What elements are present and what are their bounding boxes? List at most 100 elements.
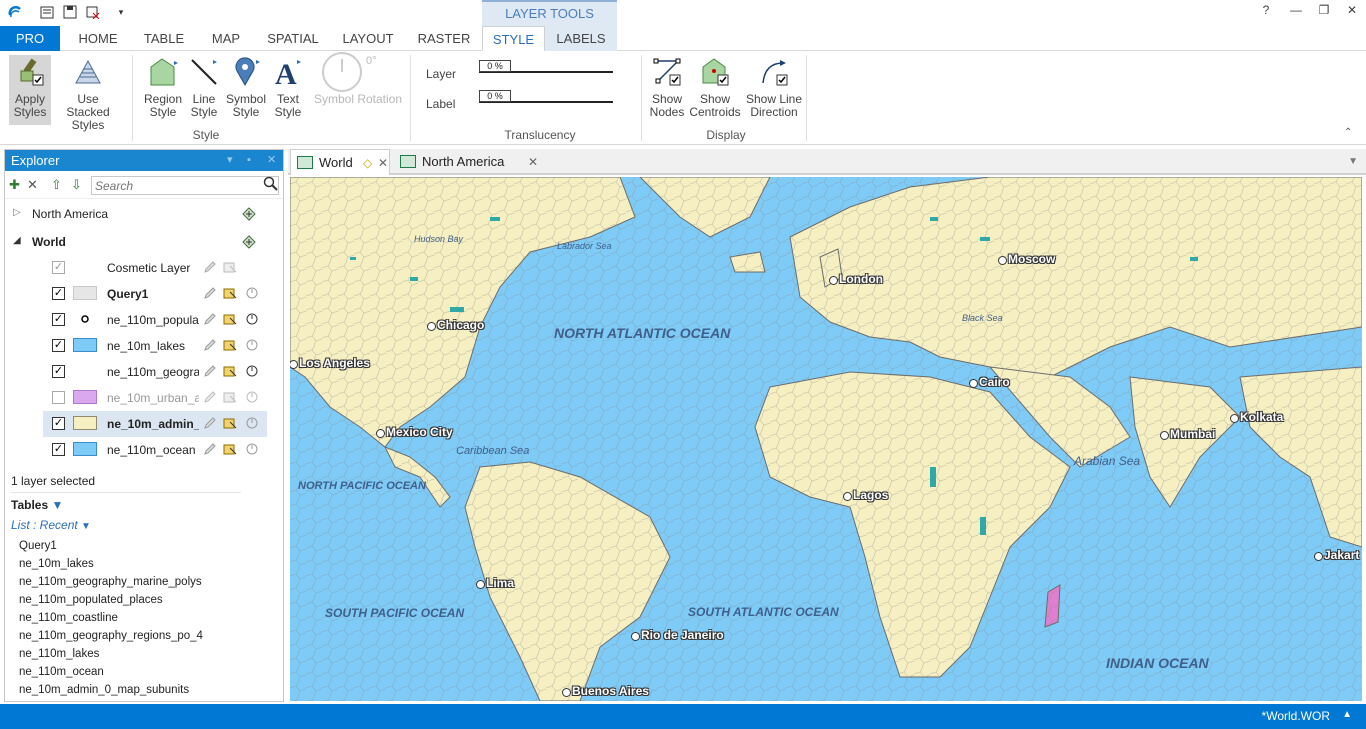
tab-map[interactable]: MAP: [198, 26, 254, 51]
close-tab-icon[interactable]: ✕: [528, 149, 538, 175]
customize-qat-icon[interactable]: ▾: [112, 3, 130, 21]
layer-checkbox[interactable]: ✓: [52, 287, 65, 300]
edit-icon[interactable]: [203, 312, 217, 326]
layer-checkbox[interactable]: ✓: [52, 417, 65, 430]
layer-checkbox[interactable]: ✓: [52, 313, 65, 326]
chevron-down-icon[interactable]: ▼: [81, 521, 91, 532]
zoom-visibility-icon[interactable]: [245, 286, 259, 300]
show-nodes-button[interactable]: Show Nodes: [647, 55, 687, 119]
help-button[interactable]: ?: [1252, 0, 1280, 20]
move-down-icon[interactable]: ⇩: [71, 177, 82, 193]
layer-row[interactable]: ✓ Query1: [43, 281, 267, 307]
tab-north-america[interactable]: North America ✕: [394, 149, 544, 175]
selectable-icon[interactable]: [223, 416, 237, 430]
collapse-ribbon-icon[interactable]: ⌃: [1344, 127, 1352, 138]
edit-icon[interactable]: [203, 442, 217, 456]
workspace-name[interactable]: *World.WOR: [1262, 709, 1330, 723]
move-up-icon[interactable]: ⇧: [51, 177, 62, 193]
layer-checkbox[interactable]: ✓: [52, 443, 65, 456]
layer-checkbox[interactable]: ✓: [52, 365, 65, 378]
table-item[interactable]: ne_10m_admin_0_map_subunits: [19, 684, 189, 696]
label-translucency-value[interactable]: 0 %: [479, 90, 511, 102]
minimize-button[interactable]: —: [1282, 0, 1310, 20]
edit-icon[interactable]: [203, 286, 217, 300]
layer-row-selected[interactable]: ✓ ne_10m_admin_: [43, 411, 267, 437]
edit-icon[interactable]: [203, 338, 217, 352]
label-translucency-slider[interactable]: 0 %: [479, 90, 613, 104]
selectable-icon[interactable]: [223, 286, 237, 300]
map-item-north-america[interactable]: ▷ North America: [5, 201, 267, 227]
tab-pro[interactable]: PRO: [0, 26, 60, 51]
status-menu-icon[interactable]: ▲: [1342, 709, 1352, 720]
selectable-icon[interactable]: [223, 338, 237, 352]
collapse-icon[interactable]: ◢: [13, 235, 21, 246]
zoom-visibility-icon[interactable]: [245, 390, 259, 404]
selectable-icon[interactable]: [223, 442, 237, 456]
zoom-visibility-icon[interactable]: [245, 416, 259, 430]
table-item[interactable]: ne_110m_geography_regions_po_4: [19, 630, 203, 642]
table-item[interactable]: ne_10m_lakes: [19, 558, 94, 570]
layer-row[interactable]: ✓ ne_110m_geogra: [43, 359, 267, 385]
tab-spatial[interactable]: SPATIAL: [258, 26, 328, 51]
tab-table[interactable]: TABLE: [132, 26, 196, 51]
add-layer-icon[interactable]: ✚: [9, 177, 20, 193]
chevron-down-icon[interactable]: ▼: [51, 498, 63, 512]
close-tab-icon[interactable]: ✕: [378, 150, 388, 176]
line-style-button[interactable]: Line Style: [187, 55, 221, 119]
table-item[interactable]: ne_110m_ocean: [19, 666, 104, 678]
tables-header[interactable]: Tables ▼: [11, 498, 63, 512]
layer-translucency-slider[interactable]: 0 %: [479, 60, 613, 74]
edit-icon[interactable]: [203, 364, 217, 378]
tab-list-icon[interactable]: ▼: [1348, 156, 1358, 167]
show-centroids-button[interactable]: Show Centroids: [688, 55, 742, 119]
zoom-visibility-icon[interactable]: [245, 338, 259, 352]
panel-menu-icon[interactable]: ▾: [227, 150, 233, 171]
table-item[interactable]: ne_110m_lakes: [19, 648, 99, 660]
layer-control-icon[interactable]: [241, 234, 257, 250]
restore-button[interactable]: ❐: [1310, 0, 1338, 20]
zoom-visibility-icon[interactable]: [245, 312, 259, 326]
symbol-rotation-control[interactable]: 0° Symbol Rotation: [312, 52, 404, 106]
tab-layout[interactable]: LAYOUT: [333, 26, 403, 51]
layer-row[interactable]: ✓ ne_110m_ocean: [43, 437, 267, 463]
new-icon[interactable]: [38, 3, 56, 21]
selectable-icon[interactable]: [223, 260, 237, 274]
table-item[interactable]: ne_110m_coastline: [19, 612, 118, 624]
table-item[interactable]: Query1: [19, 540, 57, 552]
expand-icon[interactable]: ▷: [13, 207, 21, 218]
save-icon[interactable]: [61, 3, 79, 21]
layer-checkbox[interactable]: ✓: [52, 339, 65, 352]
map-canvas[interactable]: London Moscow Chicago Los Angeles Cairo …: [290, 177, 1362, 701]
edit-icon[interactable]: [203, 390, 217, 404]
zoom-visibility-icon[interactable]: [245, 364, 259, 378]
map-item-world[interactable]: ◢ World: [5, 229, 267, 255]
layer-control-icon[interactable]: [241, 206, 257, 222]
layer-row[interactable]: ✓ ne_10m_lakes: [43, 333, 267, 359]
region-style-button[interactable]: Region Style: [143, 55, 183, 119]
selectable-icon[interactable]: [223, 390, 237, 404]
tab-home[interactable]: HOME: [66, 26, 130, 51]
remove-layer-icon[interactable]: ✕: [27, 177, 38, 193]
pin-icon[interactable]: ▪: [247, 150, 251, 171]
selectable-icon[interactable]: [223, 364, 237, 378]
table-item[interactable]: ne_110m_populated_places: [19, 594, 163, 606]
tab-style[interactable]: STYLE: [482, 26, 545, 51]
tab-raster[interactable]: RASTER: [408, 26, 480, 51]
layer-row[interactable]: ✓ ne_10m_urban_a: [43, 385, 267, 411]
close-button[interactable]: ✕: [1338, 0, 1366, 20]
use-stacked-styles-button[interactable]: Use Stacked Styles: [55, 55, 121, 132]
layer-checkbox[interactable]: ✓: [52, 391, 65, 404]
tab-labels[interactable]: LABELS: [545, 26, 617, 51]
close-tables-icon[interactable]: [84, 3, 102, 21]
edit-icon[interactable]: [203, 416, 217, 430]
close-panel-icon[interactable]: ✕: [267, 150, 276, 171]
selectable-icon[interactable]: [223, 312, 237, 326]
tab-world[interactable]: World ◇ ✕: [290, 149, 390, 175]
layer-translucency-value[interactable]: 0 %: [479, 60, 511, 72]
text-style-button[interactable]: A Text Style: [270, 55, 306, 119]
search-input[interactable]: [91, 176, 279, 195]
layer-row[interactable]: ✓ Cosmetic Layer: [43, 255, 267, 281]
show-line-direction-button[interactable]: Show Line Direction: [745, 55, 803, 119]
edit-icon[interactable]: [203, 260, 217, 274]
search-icon[interactable]: [263, 176, 279, 192]
